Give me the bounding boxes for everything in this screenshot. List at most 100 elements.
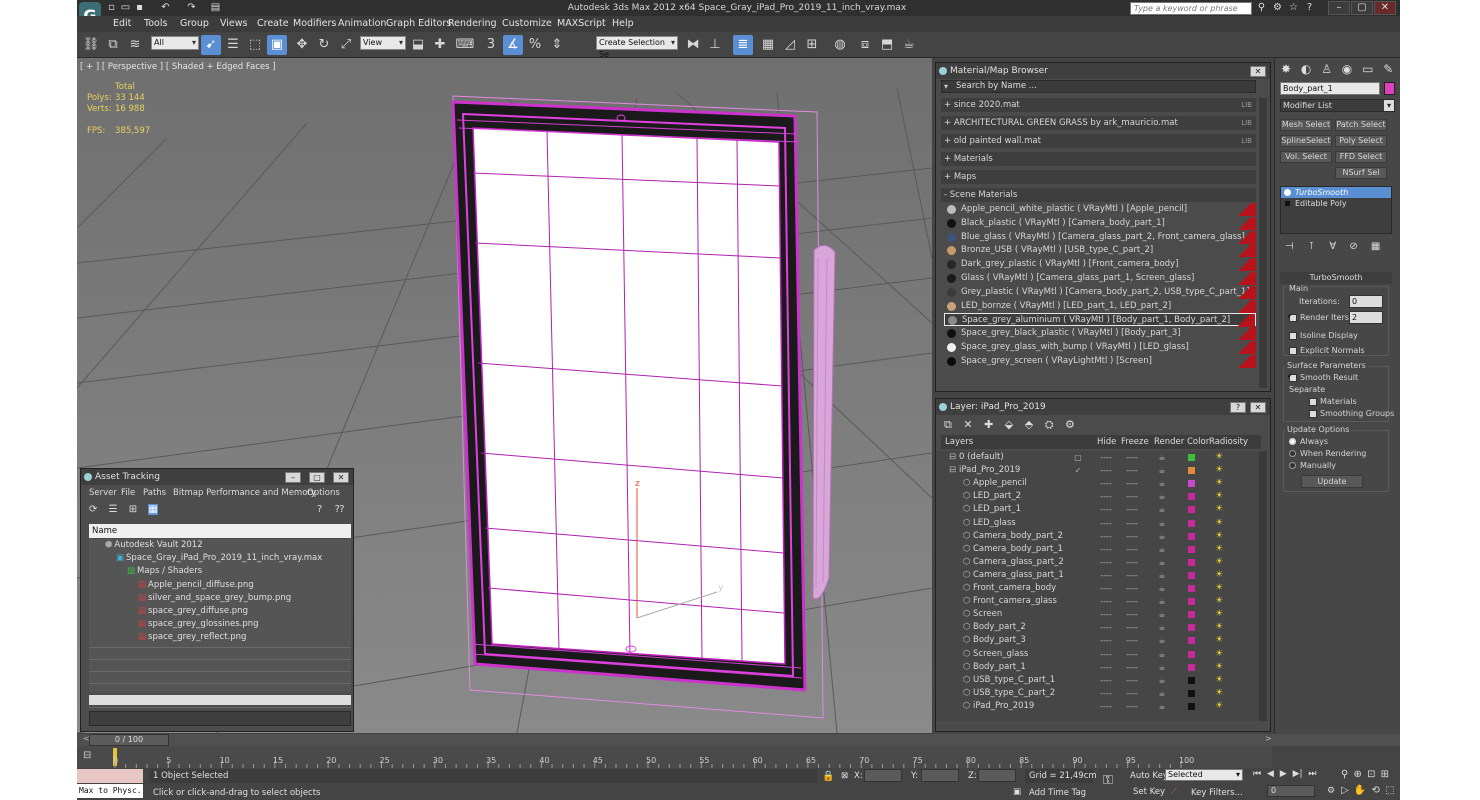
minimize-icon[interactable]: – <box>1328 1 1350 15</box>
layer-name[interactable]: LED_part_1 <box>973 503 1021 516</box>
menu-graph-editors[interactable]: Graph Editors <box>386 18 451 29</box>
layer-row[interactable]: ⬡ Screen ---- ---- ☕ ☀ <box>941 608 1261 621</box>
radiosity-icon[interactable]: ☀ <box>1215 569 1223 582</box>
scene-material-item[interactable]: Space_grey_screen ( VRayLightMtl ) [Scre… <box>944 354 1256 368</box>
freeze-toggle[interactable]: ---- <box>1125 530 1139 543</box>
layer-name[interactable]: iPad_Pro_2019 <box>973 700 1034 713</box>
save-file-icon[interactable]: ▪ <box>133 2 146 14</box>
render-teapot-icon[interactable]: ☕ <box>1155 634 1169 647</box>
mesh-select-button[interactable]: Mesh Select <box>1280 119 1332 131</box>
pivot-center-icon[interactable]: ⬓ <box>408 35 428 55</box>
motion-tab-icon[interactable]: ◉ <box>1342 62 1352 76</box>
create-tab-icon[interactable]: ✸ <box>1281 62 1291 76</box>
rendered-frame-window-icon[interactable]: ⬒ <box>877 35 897 55</box>
radiosity-icon[interactable]: ☀ <box>1215 490 1223 503</box>
hide-all-layers-icon[interactable]: ⛭ <box>1045 418 1054 431</box>
radiosity-icon[interactable]: ☀ <box>1215 464 1223 477</box>
scene-material-item[interactable]: Space_grey_aluminium ( VRayMtl ) [Body_p… <box>944 313 1256 328</box>
render-teapot-icon[interactable]: ☕ <box>1155 503 1169 516</box>
hide-toggle[interactable]: ---- <box>1099 687 1113 700</box>
render-teapot-icon[interactable]: ☕ <box>1155 595 1169 608</box>
freeze-toggle[interactable]: ---- <box>1125 490 1139 503</box>
layer-row[interactable]: ⬡ LED_part_1 ---- ---- ☕ ☀ <box>941 503 1261 516</box>
layer-color-swatch[interactable] <box>1188 637 1195 645</box>
menu-views[interactable]: Views <box>220 18 248 29</box>
layer-color-swatch[interactable] <box>1188 585 1195 592</box>
col-radiosity[interactable]: Radiosity <box>1209 435 1248 449</box>
category-materials[interactable]: + Materials <box>941 152 1256 166</box>
graphite-ribbon-icon[interactable]: ▦ <box>758 35 778 55</box>
hide-toggle[interactable]: ---- <box>1099 634 1113 647</box>
layer-name[interactable]: Camera_body_part_1 <box>973 543 1063 556</box>
iterations-spinner[interactable]: 0 <box>1349 295 1383 308</box>
spline-select-button[interactable]: SplineSelect <box>1280 135 1332 147</box>
render-production-icon[interactable]: ☕ <box>899 35 919 55</box>
layer-color-swatch[interactable] <box>1188 532 1195 540</box>
show-end-result-icon[interactable]: ⊺ <box>1309 241 1314 252</box>
time-config-icon[interactable]: ⚙ <box>1327 786 1335 796</box>
layer-row[interactable]: ⬡ Body_part_1 ---- ---- ☕ ☀ <box>941 661 1261 674</box>
scene-material-item[interactable]: Glass ( VRayMtl ) [Camera_glass_part_1, … <box>944 272 1256 285</box>
new-layer-icon[interactable]: ⧉ <box>944 418 952 431</box>
render-setup-icon[interactable]: ⧈ <box>855 35 875 55</box>
asset-menu-server[interactable]: Server <box>89 486 117 500</box>
field-of-view-icon[interactable]: ▷ <box>1341 785 1349 796</box>
asset-menu-paths[interactable]: Paths <box>143 486 166 500</box>
time-slider-next-icon[interactable]: > <box>1265 734 1272 743</box>
radiosity-icon[interactable]: ☀ <box>1215 687 1223 700</box>
layer-color-swatch[interactable] <box>1188 611 1195 619</box>
stack-editable-poly[interactable]: Editable Poly <box>1281 198 1391 209</box>
next-frame-icon[interactable]: ▶| <box>1293 769 1303 779</box>
category-maps[interactable]: + Maps <box>941 170 1256 184</box>
y-coordinate-field[interactable] <box>921 769 959 782</box>
percent-snap-icon[interactable]: % <box>525 35 545 55</box>
radiosity-icon[interactable]: ☀ <box>1215 530 1223 543</box>
layer-row[interactable]: ⬡ iPad_Pro_2019 ---- ---- ☕ ☀ <box>941 700 1261 713</box>
category-green-grass[interactable]: + ARCHITECTURAL GREEN GRASS by ark_mauri… <box>941 116 1256 130</box>
freeze-toggle[interactable]: ---- <box>1125 556 1139 569</box>
col-freeze[interactable]: Freeze <box>1121 435 1149 449</box>
poly-select-button[interactable]: Poly Select <box>1335 135 1387 147</box>
time-tag-icon[interactable]: ▣ <box>1013 787 1021 797</box>
asset-list-icon[interactable]: ☰ <box>109 504 118 515</box>
scene-material-item[interactable]: Black_plastic ( VRayMtl ) [Camera_body_p… <box>944 216 1256 230</box>
hide-toggle[interactable]: ---- <box>1099 517 1113 530</box>
freeze-toggle[interactable]: ---- <box>1125 648 1139 661</box>
key-filters-button[interactable]: Key Filters... <box>1191 788 1243 798</box>
render-teapot-icon[interactable]: ☕ <box>1155 687 1169 700</box>
isoline-checkbox[interactable] <box>1289 332 1297 340</box>
layer-name[interactable]: Apple_pencil <box>973 477 1027 490</box>
select-layer-objects-icon[interactable]: ⬙ <box>1005 418 1013 431</box>
hide-toggle[interactable]: ---- <box>1099 464 1113 477</box>
asset-help-icon[interactable]: ? <box>317 504 322 515</box>
asset-maximize-icon[interactable]: ▢ <box>309 472 325 483</box>
hide-toggle[interactable]: ---- <box>1099 543 1113 556</box>
selection-lock-icon[interactable]: 🔒 <box>822 771 834 782</box>
freeze-toggle[interactable]: ---- <box>1125 700 1139 713</box>
asset-table-icon[interactable]: ▦ <box>148 504 158 515</box>
radiosity-icon[interactable]: ☀ <box>1215 556 1223 569</box>
smoothing-groups-checkbox[interactable] <box>1309 410 1317 418</box>
scene-material-item[interactable]: Apple_pencil_white_plastic ( VRayMtl ) [… <box>944 203 1256 216</box>
radiosity-icon[interactable]: ☀ <box>1215 608 1223 621</box>
layer-row[interactable]: ⬡ LED_glass ---- ---- ☕ ☀ <box>941 517 1261 530</box>
layer-row[interactable]: ⬡ Camera_body_part_1 ---- ---- ☕ ☀ <box>941 543 1261 556</box>
update-button[interactable]: Update <box>1301 475 1363 488</box>
undo-icon[interactable]: ↶ <box>159 2 172 14</box>
asset-contextual-help-icon[interactable]: ⁇ <box>335 504 344 515</box>
render-teapot-icon[interactable]: ☕ <box>1155 648 1169 661</box>
orbit-icon[interactable]: ⟲ <box>1372 785 1380 796</box>
layer-color-swatch[interactable] <box>1188 467 1195 475</box>
zoom-extents-all-icon[interactable]: ⊞ <box>1381 769 1389 780</box>
angle-snap-icon[interactable]: ∡ <box>503 35 523 55</box>
open-file-icon[interactable]: ▭ <box>119 2 132 14</box>
layer-name[interactable]: Screen_glass <box>973 648 1028 661</box>
category-scene-materials[interactable]: - Scene Materials <box>941 188 1256 202</box>
stack-turbosmooth[interactable]: TurboSmooth <box>1281 187 1391 198</box>
select-by-name-icon[interactable]: ☰ <box>223 35 243 55</box>
close-icon[interactable]: ✕ <box>1374 1 1396 15</box>
layer-name[interactable]: Screen <box>973 608 1002 621</box>
freeze-toggle[interactable]: ---- <box>1125 503 1139 516</box>
make-unique-icon[interactable]: ∀ <box>1329 241 1336 252</box>
layer-color-swatch[interactable] <box>1188 624 1195 632</box>
